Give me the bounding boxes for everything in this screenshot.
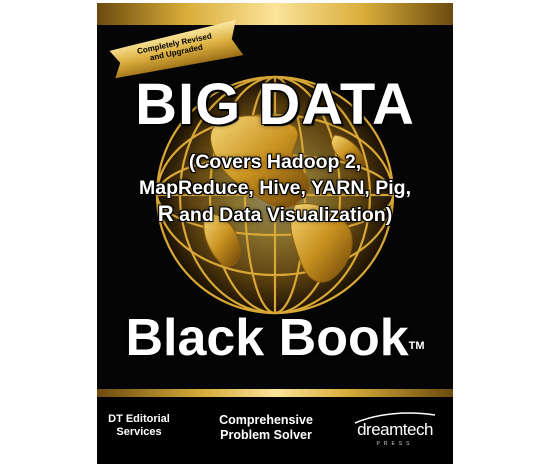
subtitle-line-3-rest: and Data Visualization) bbox=[173, 204, 393, 226]
tagline-line-2: Problem Solver bbox=[220, 428, 312, 442]
publisher-name: dreamtech bbox=[357, 420, 433, 439]
series-title: Black BookTM bbox=[97, 308, 453, 368]
book-title: BIG DATA bbox=[135, 72, 415, 137]
author-line-2: Services bbox=[116, 426, 162, 438]
page: Completely Revised and Upgraded BIG DATA… bbox=[0, 0, 550, 470]
publisher-sub: PRESS bbox=[376, 441, 414, 447]
book-cover: Completely Revised and Upgraded BIG DATA… bbox=[97, 3, 453, 464]
subtitle-line-3: R and Data Visualization) bbox=[97, 201, 453, 228]
subtitle-line-2: MapReduce, Hive, YARN, Pig, bbox=[138, 177, 411, 199]
gold-band-top bbox=[97, 3, 453, 25]
publisher-logo: dreamtech PRESS bbox=[345, 411, 445, 455]
subtitle-r: R bbox=[157, 201, 174, 226]
gold-band-bottom bbox=[97, 389, 453, 397]
author-credit: DT Editorial Services bbox=[97, 413, 181, 439]
subtitle-line-1: (Covers Hadoop 2, bbox=[188, 151, 362, 173]
tagline-line-1: Comprehensive bbox=[219, 413, 313, 427]
trademark-mark: TM bbox=[408, 340, 425, 352]
author-line-1: DT Editorial bbox=[108, 413, 170, 425]
series-title-text: Black Book bbox=[125, 309, 409, 367]
book-subtitle: (Covers Hadoop 2, MapReduce, Hive, YARN,… bbox=[97, 149, 453, 228]
tagline: Comprehensive Problem Solver bbox=[201, 413, 331, 443]
